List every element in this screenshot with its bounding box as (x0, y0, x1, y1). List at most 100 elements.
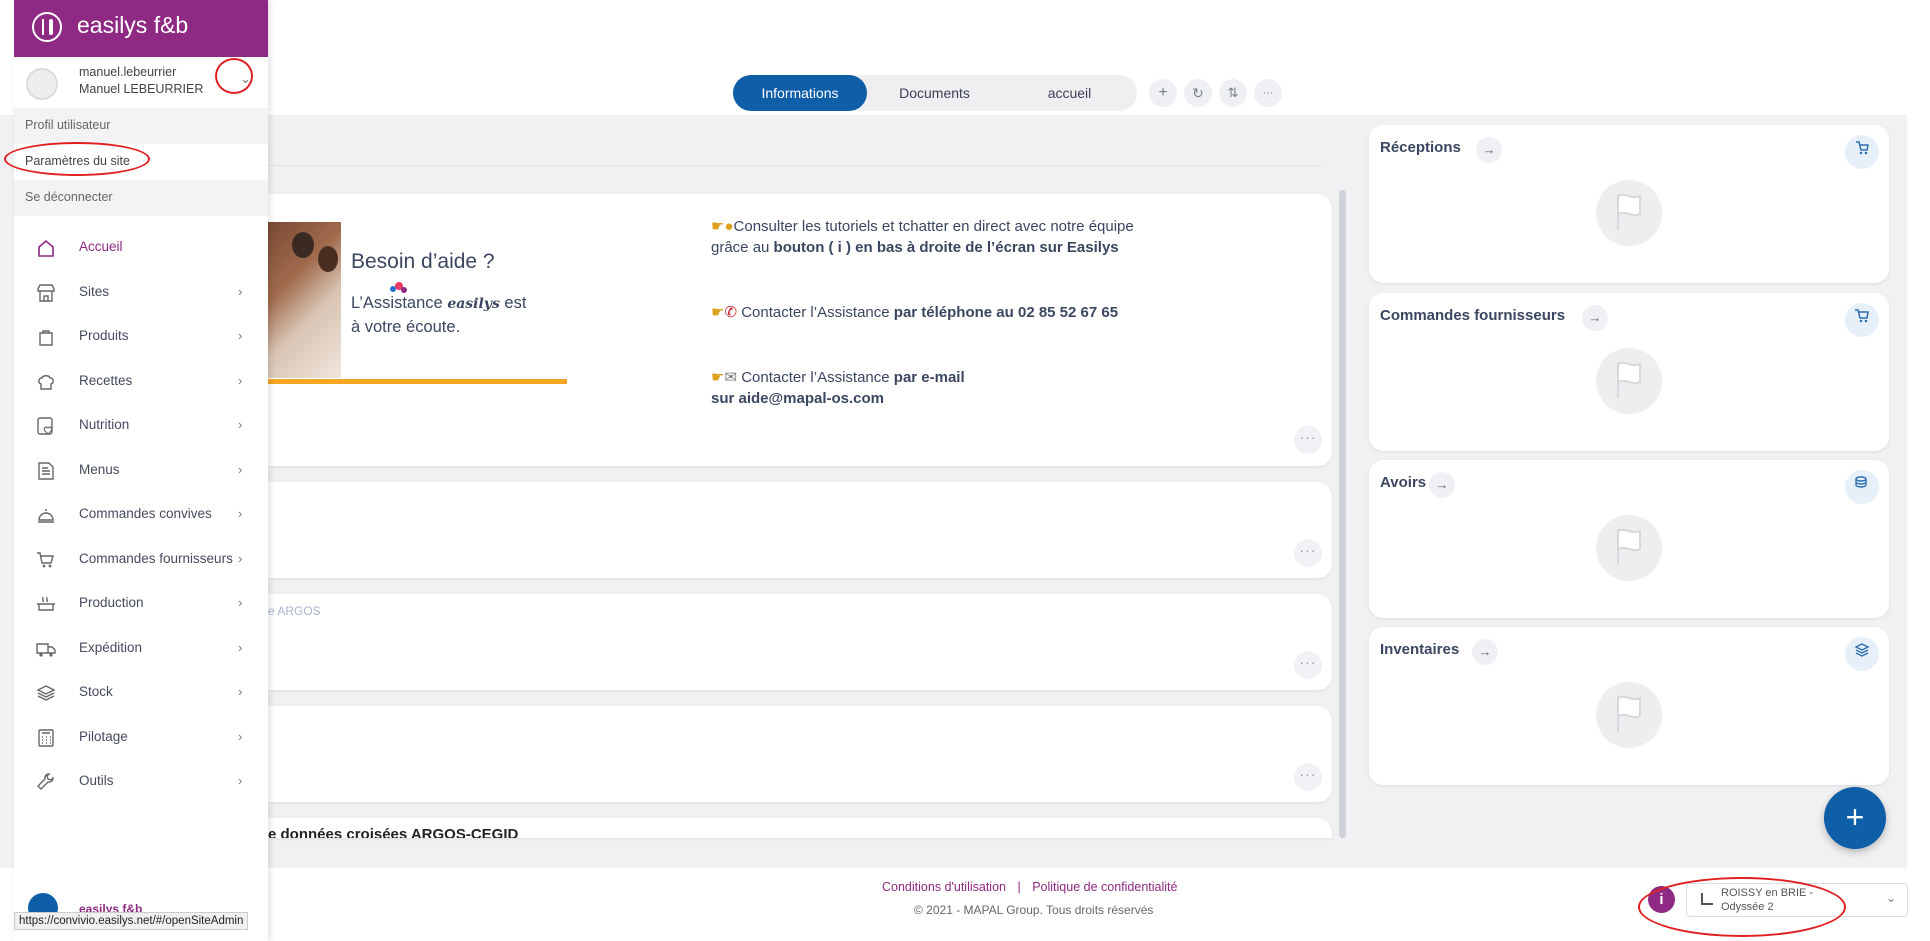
chevron-right-icon: › (238, 550, 243, 566)
sidebar-item-commandes-fournisseurs[interactable]: Commandes fournisseurs › (14, 538, 268, 582)
widget-title: Avoirs (1380, 474, 1427, 491)
arrow-right-icon[interactable]: → (1476, 137, 1502, 163)
sidebar-item-expedition[interactable]: Expédition › (14, 627, 268, 671)
coins-icon[interactable] (1845, 470, 1879, 504)
fork-knife-icon (32, 12, 62, 42)
pot-icon (36, 594, 56, 614)
sidebar-item-outils[interactable]: Outils › (14, 760, 268, 804)
card-more-button[interactable]: ··· (1294, 651, 1322, 679)
app-page: Informations Documents accueil + ↻ ⇅ ···… (0, 0, 1930, 941)
sidebar-item-stock[interactable]: Stock › (14, 671, 268, 715)
phone-line: ☛✆ Contacter l’Assistance par téléphone … (711, 304, 1119, 321)
arrow-right-icon[interactable]: → (1582, 305, 1608, 331)
easilys-logo: easilys (447, 296, 500, 312)
widget-inventaires: Inventaires → (1369, 627, 1889, 785)
tab-informations[interactable]: Informations (733, 75, 867, 111)
tab-accueil[interactable]: accueil (1002, 75, 1137, 111)
annotation-circle (4, 142, 150, 176)
email-line: ☛✉ Contacter l’Assistance par e-mail (711, 369, 965, 386)
chevron-right-icon: › (238, 461, 243, 477)
help-card: Besoin d’aide ? L’Assistance easilys est… (268, 194, 1332, 466)
wrench-icon (36, 772, 56, 792)
box-icon[interactable] (1845, 637, 1879, 671)
widget-card: ··· (268, 482, 1332, 578)
more-tabs-button[interactable]: ··· (1254, 79, 1282, 107)
sidebar-item-label: Outils (79, 773, 114, 788)
sidebar-item-produits[interactable]: Produits › (14, 315, 268, 359)
sidebar-item-recettes[interactable]: Recettes › (14, 360, 268, 404)
avatar[interactable] (26, 68, 58, 100)
sidebar-item-label: Nutrition (79, 417, 130, 432)
sidebar-item-menus[interactable]: Menus › (14, 449, 268, 493)
chevron-right-icon: › (238, 328, 243, 343)
sidebar-item-pilotage[interactable]: Pilotage › (14, 716, 268, 760)
store-icon (36, 283, 56, 303)
sidebar-item-label: Produits (79, 328, 129, 343)
widget-title: Commandes fournisseurs (1380, 307, 1566, 324)
arrow-right-icon[interactable]: → (1429, 472, 1455, 498)
widget-commandes-fournisseurs: Commandes fournisseurs → (1369, 293, 1889, 451)
sidebar-item-label: Recettes (79, 372, 133, 388)
sidebar-item-production[interactable]: Production › (14, 582, 268, 626)
chevron-right-icon: › (238, 372, 243, 388)
sidebar-item-label: Accueil (79, 239, 123, 254)
tab-documents[interactable]: Documents (867, 75, 1002, 111)
sidebar-item-nutrition[interactable]: Nutrition › (14, 404, 268, 448)
terms-link[interactable]: Conditions d'utilisation (882, 880, 1006, 894)
card-more-button[interactable]: ··· (1294, 426, 1322, 454)
tutorial-line: ☛●Consulter les tutoriels et tchatter en… (711, 218, 1134, 235)
chevron-down-icon: ⌄ (1886, 891, 1897, 905)
chevron-right-icon: › (238, 639, 243, 655)
privacy-link[interactable]: Politique de confidentialité (1032, 880, 1177, 894)
status-bar-url: https://convivio.easilys.net/#/openSiteA… (14, 912, 249, 930)
add-fab-button[interactable]: + (1824, 787, 1886, 849)
scrollbar[interactable] (1339, 190, 1346, 838)
annotation-circle (215, 58, 253, 94)
divider (268, 165, 1322, 166)
cloche-icon (36, 505, 56, 525)
sidebar-item-label: Stock (79, 684, 113, 699)
menu-doc-icon (36, 461, 56, 481)
sort-button[interactable]: ⇅ (1219, 79, 1247, 107)
sidebar-item-label: Menus (79, 461, 120, 477)
add-tab-button[interactable]: + (1149, 79, 1177, 107)
pointing-hand-icon: ☛ (711, 218, 725, 235)
sidebar-item-label: Pilotage (79, 728, 128, 744)
cart-icon (36, 550, 56, 570)
chevron-right-icon: › (238, 506, 243, 521)
chevron-right-icon: › (238, 684, 243, 699)
refresh-button[interactable]: ↻ (1184, 79, 1212, 107)
widget-card: e données croisées ARGOS-CEGID (268, 818, 1332, 838)
envelope-icon: ✉ (724, 369, 738, 386)
sidebar-item-accueil[interactable]: Accueil (14, 226, 268, 270)
chevron-right-icon: › (238, 283, 243, 299)
empty-flag-icon (1596, 348, 1662, 414)
sidebar-item-label: Production (79, 595, 144, 610)
sidebar: easilys f&b manuel.lebeurrier Manuel LEB… (14, 0, 268, 941)
truck-icon (36, 639, 56, 659)
footer-separator: | (1017, 880, 1021, 894)
annotation-circle (1638, 877, 1846, 937)
card-more-button[interactable]: ··· (1294, 763, 1322, 791)
user-menu-profile[interactable]: Profil utilisateur (14, 108, 268, 144)
email-address[interactable]: sur aide@mapal-os.com (711, 390, 884, 407)
sidebar-item-commandes-convives[interactable]: Commandes convives › (14, 493, 268, 537)
highlight-bar (268, 379, 567, 384)
cart-icon[interactable] (1845, 303, 1879, 337)
home-icon (36, 238, 56, 258)
bag-icon (36, 327, 56, 347)
stack-icon (36, 683, 56, 703)
reception-icon[interactable] (1845, 135, 1879, 169)
user-menu-logout[interactable]: Se déconnecter (14, 180, 268, 216)
sidebar-item-sites[interactable]: Sites › (14, 271, 268, 315)
widget-title: Réceptions (1380, 139, 1461, 156)
card-more-button[interactable]: ··· (1294, 539, 1322, 567)
calculator-icon (36, 728, 56, 748)
widget-card: e ARGOS ··· (268, 594, 1332, 690)
nutrition-icon (36, 416, 56, 436)
chevron-right-icon: › (238, 595, 243, 610)
card-label: e données croisées ARGOS-CEGID (268, 826, 519, 838)
arrow-right-icon[interactable]: → (1472, 639, 1498, 665)
chevron-right-icon: › (238, 773, 243, 788)
pointing-hand-icon: ☛ (711, 304, 725, 321)
